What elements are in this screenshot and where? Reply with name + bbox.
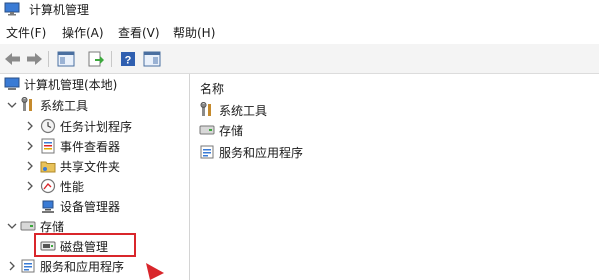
chevron-right-icon[interactable] — [25, 181, 35, 191]
svg-text:?: ? — [125, 55, 132, 67]
services-icon — [199, 144, 215, 160]
tree-label: 系统工具 — [40, 98, 89, 113]
storage-icon — [199, 122, 215, 138]
chevron-right-icon[interactable] — [7, 261, 17, 271]
list-item-label: 存储 — [219, 123, 244, 138]
menu-file[interactable]: 文件(F) — [6, 24, 46, 41]
tree-label: 设备管理器 — [60, 199, 121, 214]
annotation-arrow-icon — [146, 263, 164, 280]
list-item[interactable]: 存储 — [199, 120, 243, 140]
tools-icon — [20, 97, 36, 113]
tree-label: 计算机管理(本地) — [24, 77, 118, 92]
computer-management-icon — [4, 2, 20, 16]
tree-label: 存储 — [40, 219, 65, 234]
list-item-label: 服务和应用程序 — [219, 145, 304, 160]
menu-bar: 文件(F) 操作(A) 查看(V) 帮助(H) — [0, 20, 599, 44]
toolbar: ? — [0, 44, 599, 74]
list-item[interactable]: 服务和应用程序 — [199, 142, 303, 162]
chevron-right-icon[interactable] — [25, 121, 35, 131]
shared-folder-icon — [40, 158, 56, 174]
export-list-icon[interactable] — [86, 49, 106, 69]
tree-label: 服务和应用程序 — [40, 259, 125, 274]
tree-item-system-tools[interactable]: 系统工具 — [20, 95, 88, 115]
forward-arrow-icon[interactable] — [24, 49, 44, 69]
tree-item-performance[interactable]: 性能 — [40, 176, 84, 196]
window-title: 计算机管理 — [29, 3, 90, 17]
highlight-box — [34, 233, 136, 257]
performance-icon — [40, 178, 56, 194]
action-pane-icon[interactable] — [142, 49, 162, 69]
storage-icon — [20, 218, 36, 234]
tree-label: 任务计划程序 — [60, 119, 133, 134]
details-pane: 名称 系统工具 存储 服务和应用程序 — [191, 74, 599, 280]
clock-icon — [40, 118, 56, 134]
chevron-right-icon[interactable] — [25, 161, 35, 171]
tree-label: 事件查看器 — [60, 139, 121, 154]
tree-label: 共享文件夹 — [60, 159, 121, 174]
toolbar-separator — [111, 51, 112, 67]
chevron-down-icon[interactable] — [7, 221, 17, 231]
tree-item-event-viewer[interactable]: 事件查看器 — [40, 136, 120, 156]
tree-item-shared-folders[interactable]: 共享文件夹 — [40, 156, 120, 176]
tools-icon — [199, 102, 215, 118]
list-item-label: 系统工具 — [219, 103, 268, 118]
tree-item-task-scheduler[interactable]: 任务计划程序 — [40, 116, 132, 136]
menu-view[interactable]: 查看(V) — [118, 24, 160, 41]
column-header-name[interactable]: 名称 — [200, 80, 224, 97]
tree-item-device-manager[interactable]: 设备管理器 — [40, 196, 120, 216]
device-manager-icon — [40, 198, 56, 214]
tree-label: 性能 — [60, 179, 85, 194]
help-icon[interactable]: ? — [118, 49, 138, 69]
computer-management-icon — [4, 76, 20, 92]
list-item[interactable]: 系统工具 — [199, 100, 267, 120]
chevron-down-icon[interactable] — [7, 100, 17, 110]
show-hide-console-tree-icon[interactable] — [56, 49, 76, 69]
tree-item-root[interactable]: 计算机管理(本地) — [4, 74, 117, 94]
menu-help[interactable]: 帮助(H) — [173, 24, 215, 41]
back-arrow-icon[interactable] — [3, 49, 23, 69]
tree-item-services-apps[interactable]: 服务和应用程序 — [20, 256, 124, 276]
event-viewer-icon — [40, 138, 56, 154]
menu-action[interactable]: 操作(A) — [62, 24, 104, 41]
chevron-right-icon[interactable] — [25, 141, 35, 151]
title-bar: 计算机管理 — [0, 0, 599, 20]
services-icon — [20, 258, 36, 274]
toolbar-separator — [48, 51, 49, 67]
